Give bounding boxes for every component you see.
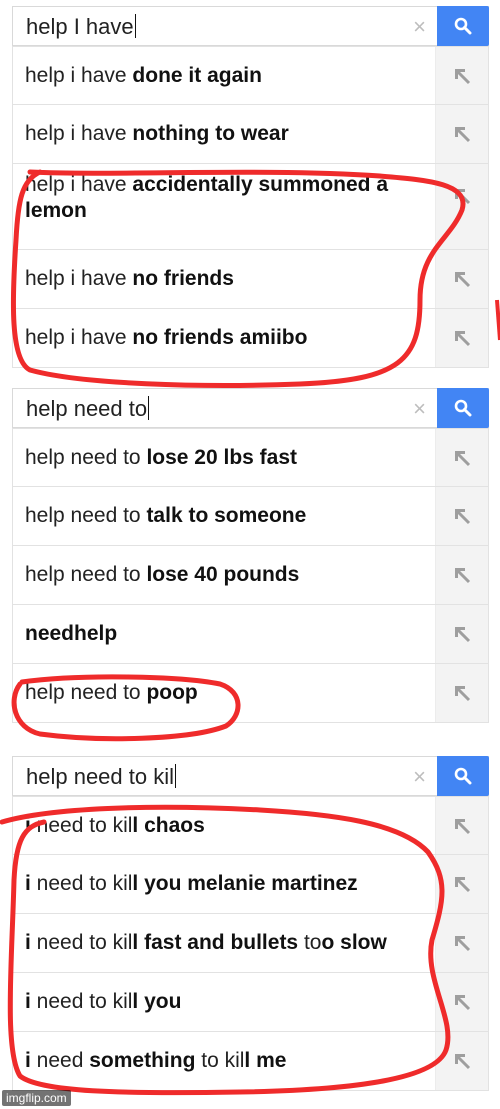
arrow-up-left-icon <box>454 567 471 584</box>
fill-query-button[interactable] <box>435 664 488 722</box>
suggestion-item[interactable]: help i have accidentally summoned a lemo… <box>12 164 489 250</box>
suggestion-item[interactable]: help i have no friends amiibo <box>12 309 489 368</box>
suggestion-item[interactable]: needhelp <box>12 605 489 664</box>
clear-icon[interactable]: × <box>413 766 426 788</box>
clear-icon[interactable]: × <box>413 16 426 38</box>
fill-query-button[interactable] <box>435 973 488 1031</box>
search-button[interactable] <box>437 388 489 428</box>
search-icon <box>454 399 472 417</box>
watermark: imgflip.com <box>2 1090 71 1106</box>
arrow-up-left-icon <box>454 994 471 1011</box>
arrow-up-left-icon <box>454 188 471 205</box>
arrow-up-left-icon <box>454 626 471 643</box>
arrow-up-left-icon <box>454 450 471 467</box>
suggestion-item[interactable]: help need to talk to someone <box>12 487 489 546</box>
suggestion-item[interactable]: help need to lose 40 pounds <box>12 546 489 605</box>
fill-query-button[interactable] <box>435 797 488 854</box>
fill-query-button[interactable] <box>435 1032 488 1090</box>
fill-query-button[interactable] <box>435 546 488 604</box>
arrow-up-left-icon <box>454 126 471 143</box>
arrow-up-left-icon <box>454 508 471 525</box>
fill-query-button[interactable] <box>435 429 488 486</box>
search-bar: help need to × <box>12 388 489 428</box>
suggestion-item[interactable]: i need to kill chaos <box>12 796 489 855</box>
search-button[interactable] <box>437 6 489 46</box>
search-input[interactable]: help need to kil <box>26 764 176 790</box>
arrow-up-left-icon <box>454 330 471 347</box>
arrow-up-left-icon <box>454 1053 471 1070</box>
fill-query-button[interactable] <box>435 487 488 545</box>
search-bar: help I have × <box>12 6 489 46</box>
suggestion-item[interactable]: help i have nothing to wear <box>12 105 489 164</box>
search-input[interactable]: help need to <box>26 396 150 422</box>
fill-query-button[interactable] <box>435 914 488 972</box>
arrow-up-left-icon <box>454 271 471 288</box>
autocomplete-panel-1: help I have × help i have done it again … <box>12 6 489 368</box>
suggestion-item[interactable]: i need something to kill me <box>12 1032 489 1091</box>
fill-query-button[interactable] <box>435 47 488 104</box>
arrow-up-left-icon <box>454 876 471 893</box>
fill-query-button[interactable] <box>435 309 488 367</box>
search-input[interactable]: help I have <box>26 14 136 40</box>
arrow-up-left-icon <box>454 685 471 702</box>
search-icon <box>454 17 472 35</box>
suggestion-item[interactable]: help need to poop <box>12 664 489 723</box>
suggestion-item[interactable]: i need to kill you <box>12 973 489 1032</box>
suggestion-item[interactable]: help i have no friends <box>12 250 489 309</box>
search-bar: help need to kil × <box>12 756 489 796</box>
arrow-up-left-icon <box>454 935 471 952</box>
search-icon <box>454 767 472 785</box>
suggestion-item[interactable]: i need to kill you melanie martinez <box>12 855 489 914</box>
suggestion-item[interactable]: i need to kill fast and bullets too slow <box>12 914 489 973</box>
suggestion-item[interactable]: help i have done it again <box>12 46 489 105</box>
search-button[interactable] <box>437 756 489 796</box>
fill-query-button[interactable] <box>435 855 488 913</box>
fill-query-button[interactable] <box>435 105 488 163</box>
suggestion-item[interactable]: help need to lose 20 lbs fast <box>12 428 489 487</box>
fill-query-button[interactable] <box>435 164 488 249</box>
arrow-up-left-icon <box>454 818 471 835</box>
clear-icon[interactable]: × <box>413 398 426 420</box>
autocomplete-panel-2: help need to × help need to lose 20 lbs … <box>12 388 489 723</box>
arrow-up-left-icon <box>454 68 471 85</box>
fill-query-button[interactable] <box>435 605 488 663</box>
fill-query-button[interactable] <box>435 250 488 308</box>
autocomplete-panel-3: help need to kil × i need to kill chaos … <box>12 756 489 1091</box>
